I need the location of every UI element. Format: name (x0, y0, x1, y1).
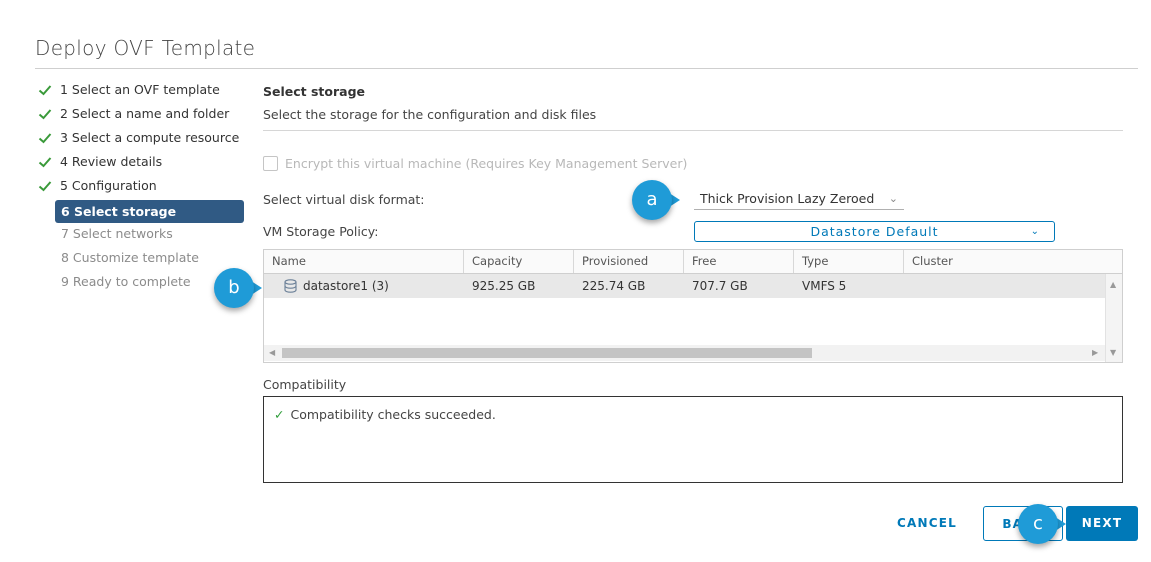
storage-policy-label: VM Storage Policy: (263, 224, 379, 239)
column-header-type[interactable]: Type (794, 250, 904, 273)
compatibility-text: Compatibility checks succeeded. (290, 407, 496, 422)
scroll-left-icon[interactable]: ◀ (269, 348, 275, 357)
callout-b: b (214, 268, 262, 312)
column-header-cluster[interactable]: Cluster (904, 250, 1122, 273)
checkmark-icon: ✓ (274, 407, 285, 422)
scroll-right-icon[interactable]: ▶ (1092, 348, 1098, 357)
column-header-capacity[interactable]: Capacity (464, 250, 574, 273)
step-label: 1 Select an OVF template (60, 82, 220, 97)
next-button[interactable]: NEXT (1066, 506, 1138, 541)
disk-format-value: Thick Provision Lazy Zeroed (700, 191, 875, 206)
row-provisioned: 225.74 GB (582, 279, 646, 293)
chevron-down-icon: ⌄ (1030, 226, 1040, 237)
compatibility-label: Compatibility (263, 377, 347, 392)
datastore-name: datastore1 (3) (303, 279, 389, 293)
checkmark-icon (38, 181, 52, 192)
step-4[interactable]: 4 Review details (38, 152, 248, 176)
disk-format-select[interactable]: Thick Provision Lazy Zeroed ⌄ (694, 188, 904, 210)
checkmark-icon (38, 85, 52, 96)
column-header-name[interactable]: Name (264, 250, 464, 273)
step-3[interactable]: 3 Select a compute resource (38, 128, 248, 152)
disk-format-label: Select virtual disk format: (263, 192, 425, 207)
row-free: 707.7 GB (692, 279, 748, 293)
encrypt-label: Encrypt this virtual machine (Requires K… (285, 156, 688, 171)
dialog-title: Deploy OVF Template (35, 36, 256, 60)
step-5[interactable]: 5 Configuration (38, 176, 248, 200)
step-label: 3 Select a compute resource (60, 130, 240, 145)
encrypt-checkbox[interactable] (263, 156, 278, 171)
row-type: VMFS 5 (802, 279, 847, 293)
table-row[interactable]: datastore1 (3) 925.25 GB 225.74 GB 707.7… (264, 274, 1105, 298)
checkmark-icon (38, 133, 52, 144)
step-1[interactable]: 1 Select an OVF template (38, 80, 248, 104)
scroll-up-icon[interactable]: ▲ (1110, 280, 1116, 289)
step-2[interactable]: 2 Select a name and folder (38, 104, 248, 128)
grid-header: Name Capacity Provisioned Free Type Clus… (264, 250, 1122, 274)
callout-letter: a (646, 189, 658, 210)
chevron-down-icon: ⌄ (888, 192, 898, 205)
section-title: Select storage (263, 84, 366, 99)
step-label: 4 Review details (60, 154, 163, 169)
callout-letter: b (228, 277, 240, 298)
checkmark-icon (38, 157, 52, 168)
cancel-button[interactable]: CANCEL (884, 506, 970, 541)
database-icon (284, 279, 297, 293)
scroll-down-icon[interactable]: ▼ (1110, 348, 1116, 357)
vertical-scrollbar[interactable]: ▲ ▼ (1105, 274, 1122, 362)
compatibility-message: ✓ Compatibility checks succeeded. (274, 407, 496, 422)
row-name-cell: datastore1 (3) (276, 274, 466, 298)
horizontal-scrollbar[interactable]: ◀ ▶ (264, 345, 1105, 361)
compatibility-panel: ✓ Compatibility checks succeeded. (263, 396, 1123, 483)
section-subtitle: Select the storage for the configuration… (263, 107, 597, 122)
row-capacity: 925.25 GB (472, 279, 536, 293)
row-cluster (904, 274, 1104, 298)
checkmark-icon (38, 109, 52, 120)
column-header-provisioned[interactable]: Provisioned (574, 250, 684, 273)
step-6-active[interactable]: 6 Select storage (55, 200, 244, 223)
scrollbar-thumb[interactable] (282, 348, 812, 358)
section-divider (263, 130, 1123, 131)
column-header-free[interactable]: Free (684, 250, 794, 273)
step-7: 7 Select networks (61, 226, 173, 241)
datastore-grid: Name Capacity Provisioned Free Type Clus… (263, 249, 1123, 363)
storage-policy-value: Datastore Default (810, 224, 939, 239)
encrypt-option: Encrypt this virtual machine (Requires K… (263, 156, 687, 171)
wizard-steps: 1 Select an OVF template 2 Select a name… (38, 80, 248, 296)
step-label: 5 Configuration (60, 178, 157, 193)
step-label: 2 Select a name and folder (60, 106, 230, 121)
callout-letter: c (1033, 513, 1043, 534)
title-divider (35, 68, 1138, 69)
storage-policy-select[interactable]: Datastore Default ⌄ (694, 221, 1055, 242)
callout-c: c (1018, 504, 1066, 548)
callout-a: a (632, 180, 680, 224)
